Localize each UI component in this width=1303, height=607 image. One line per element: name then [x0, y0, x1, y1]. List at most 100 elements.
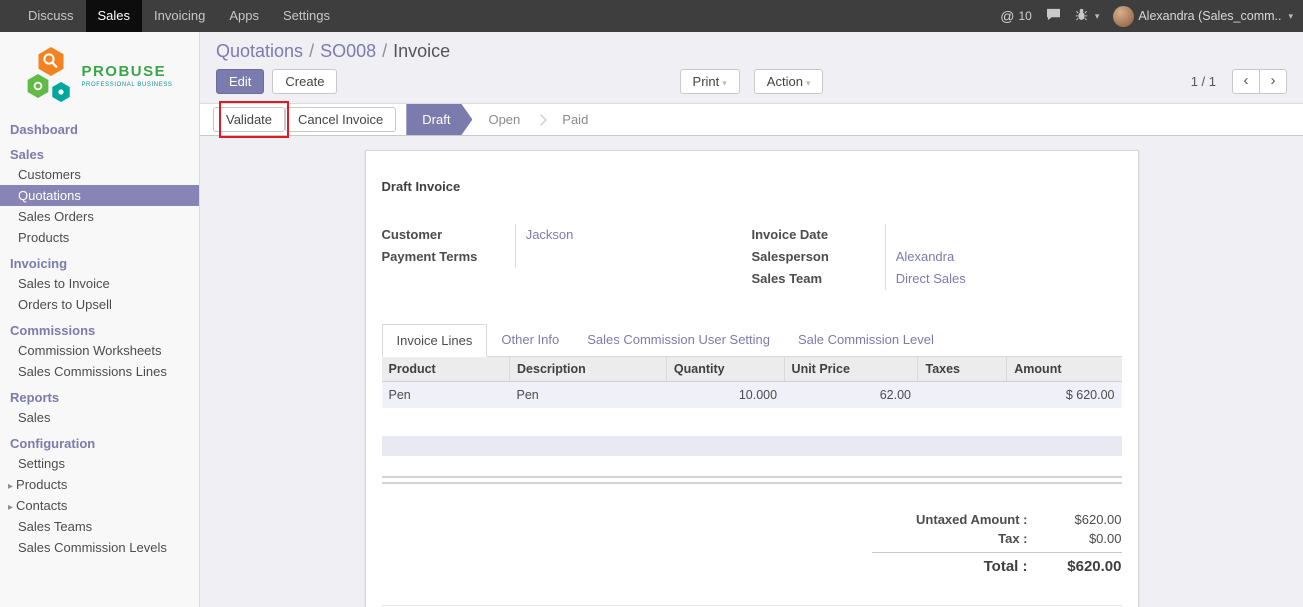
cell-amount: $ 620.00: [1007, 382, 1122, 409]
content-area: Quotations/SO008/Invoice Edit Create Pri…: [200, 32, 1303, 607]
expand-arrow-icon: ▸: [8, 502, 13, 513]
sidebar-item-quotations[interactable]: Quotations: [0, 185, 199, 206]
tab-sales-commission-user-setting[interactable]: Sales Commission User Setting: [573, 324, 784, 356]
cell-taxes: [918, 382, 1007, 409]
table-row[interactable]: Pen Pen 10.000 62.00 $ 620.00: [382, 382, 1122, 409]
caret-down-icon: ▾: [1288, 11, 1293, 22]
state-draft[interactable]: Draft: [406, 104, 472, 135]
tab-invoice-lines[interactable]: Invoice Lines: [382, 324, 488, 357]
user-avatar: [1113, 6, 1134, 27]
column-header-description[interactable]: Description: [510, 357, 667, 382]
pager-next-button[interactable]: ›: [1259, 69, 1287, 94]
menu-item-invoicing[interactable]: Invoicing: [142, 0, 217, 32]
activities-menu[interactable]: @ 10: [1000, 8, 1032, 24]
menu-item-discuss[interactable]: Discuss: [16, 0, 86, 32]
sidebar-heading-reports[interactable]: Reports: [0, 388, 199, 407]
cell-unit-price: 62.00: [784, 382, 918, 409]
column-header-unit-price[interactable]: Unit Price: [784, 357, 918, 382]
debug-menu[interactable]: ▾: [1075, 8, 1100, 24]
column-header-product[interactable]: Product: [382, 357, 510, 382]
sidebar-item-config-products[interactable]: ▸Products: [0, 474, 199, 495]
breadcrumb-quotations[interactable]: Quotations: [216, 41, 303, 61]
salesperson-label: Salesperson: [752, 246, 885, 268]
control-panel-buttons: Edit Create Print▾ Action▾ 1 / 1 ‹ ›: [200, 64, 1303, 103]
untaxed-amount-row: Untaxed Amount : $620.00: [872, 510, 1122, 529]
probuse-logo-text: PROBUSE PROFESSIONAL BUSINESS: [81, 63, 172, 88]
action-dropdowns: Print▾ Action▾: [680, 69, 824, 94]
invoice-lines-table: Product Description Quantity Unit Price …: [382, 357, 1122, 408]
sidebar-heading-sales[interactable]: Sales: [0, 145, 199, 164]
table-header-row: Product Description Quantity Unit Price …: [382, 357, 1122, 382]
sidebar-heading-invoicing[interactable]: Invoicing: [0, 254, 199, 273]
field-group-right: Invoice Date Salesperson Alexandra Sales…: [752, 224, 1122, 290]
sidebar-item-sales-orders[interactable]: Sales Orders: [0, 206, 199, 227]
menu-item-sales[interactable]: Sales: [86, 0, 143, 32]
logo-title: PROBUSE: [81, 63, 172, 80]
column-header-taxes[interactable]: Taxes: [918, 357, 1007, 382]
cell-quantity: 10.000: [666, 382, 784, 409]
breadcrumb-separator: /: [382, 41, 387, 61]
tab-sale-commission-level[interactable]: Sale Commission Level: [784, 324, 948, 356]
logo-subtitle: PROFESSIONAL BUSINESS: [81, 82, 172, 88]
user-menu[interactable]: Alexandra (Sales_comm.. ▾: [1113, 6, 1293, 27]
sidebar-item-sales-to-invoice[interactable]: Sales to Invoice: [0, 273, 199, 294]
sidebar-item-sales-report[interactable]: Sales: [0, 407, 199, 428]
invoice-date-label: Invoice Date: [752, 224, 885, 246]
sheet-title: Draft Invoice: [382, 179, 1122, 194]
sidebar-item-contacts[interactable]: ▸Contacts: [0, 495, 199, 516]
cell-product: Pen: [382, 382, 510, 409]
sidebar-heading-dashboard[interactable]: Dashboard: [0, 120, 199, 139]
customer-value-link[interactable]: Jackson: [515, 224, 752, 246]
nav-section-sales: Sales Customers Quotations Sales Orders …: [0, 145, 199, 248]
field-group-left: Customer Jackson Payment Terms: [382, 224, 752, 290]
sidebar-item-commission-worksheets[interactable]: Commission Worksheets: [0, 340, 199, 361]
tax-row: Tax : $0.00: [872, 529, 1122, 548]
print-dropdown-button[interactable]: Print▾: [680, 69, 740, 94]
tab-other-info[interactable]: Other Info: [487, 324, 573, 356]
untaxed-amount-label: Untaxed Amount :: [872, 512, 1042, 527]
column-header-amount[interactable]: Amount: [1007, 357, 1122, 382]
sidebar-item-orders-to-upsell[interactable]: Orders to Upsell: [0, 294, 199, 315]
menu-item-apps[interactable]: Apps: [217, 0, 271, 32]
column-header-quantity[interactable]: Quantity: [666, 357, 784, 382]
cell-description: Pen: [510, 382, 667, 409]
sidebar-item-sales-teams[interactable]: Sales Teams: [0, 516, 199, 537]
payment-terms-value: [515, 246, 752, 268]
state-paid[interactable]: Paid: [546, 104, 604, 135]
cancel-invoice-button[interactable]: Cancel Invoice: [285, 107, 396, 132]
state-open[interactable]: Open: [472, 104, 536, 135]
sidebar-item-sales-commission-levels[interactable]: Sales Commission Levels: [0, 537, 199, 558]
breadcrumb-current: Invoice: [393, 41, 450, 61]
breadcrumb-so008[interactable]: SO008: [320, 41, 376, 61]
pager: 1 / 1 ‹ ›: [1191, 69, 1287, 94]
sidebar-item-products[interactable]: Products: [0, 227, 199, 248]
tax-label: Tax :: [872, 531, 1042, 546]
menu-item-settings[interactable]: Settings: [271, 0, 342, 32]
pager-previous-button[interactable]: ‹: [1232, 69, 1260, 94]
systray: @ 10 ▾ Alexandra (Sales_comm.. ▾: [1000, 0, 1303, 32]
salesperson-value-link[interactable]: Alexandra: [885, 246, 1122, 268]
breadcrumb: Quotations/SO008/Invoice: [200, 32, 1303, 64]
sidebar-item-sales-commissions-lines[interactable]: Sales Commissions Lines: [0, 361, 199, 382]
activity-count-badge: 10: [1018, 9, 1031, 23]
chat-icon: [1046, 8, 1061, 24]
sidebar-item-customers[interactable]: Customers: [0, 164, 199, 185]
create-button[interactable]: Create: [272, 69, 337, 94]
validate-button-wrapper: Validate: [213, 107, 285, 132]
caret-down-icon: ▾: [722, 78, 727, 88]
chevron-right-icon: ›: [1271, 72, 1276, 89]
sidebar-heading-configuration[interactable]: Configuration: [0, 434, 199, 453]
sidebar-item-settings[interactable]: Settings: [0, 453, 199, 474]
messages-menu[interactable]: [1046, 8, 1061, 24]
customer-label: Customer: [382, 224, 515, 246]
mention-icon: @: [1000, 8, 1014, 24]
validate-button[interactable]: Validate: [213, 107, 285, 132]
edit-button[interactable]: Edit: [216, 69, 264, 94]
sales-team-value-link[interactable]: Direct Sales: [885, 268, 1122, 290]
action-dropdown-button[interactable]: Action▾: [754, 69, 824, 94]
statusbar: Validate Cancel Invoice Draft Open Paid: [200, 103, 1303, 136]
pager-value: 1 / 1: [1191, 74, 1216, 89]
probuse-logo-mark: [26, 46, 74, 104]
field-groups: Customer Jackson Payment Terms Invoice D…: [382, 224, 1122, 290]
sidebar-heading-commissions[interactable]: Commissions: [0, 321, 199, 340]
